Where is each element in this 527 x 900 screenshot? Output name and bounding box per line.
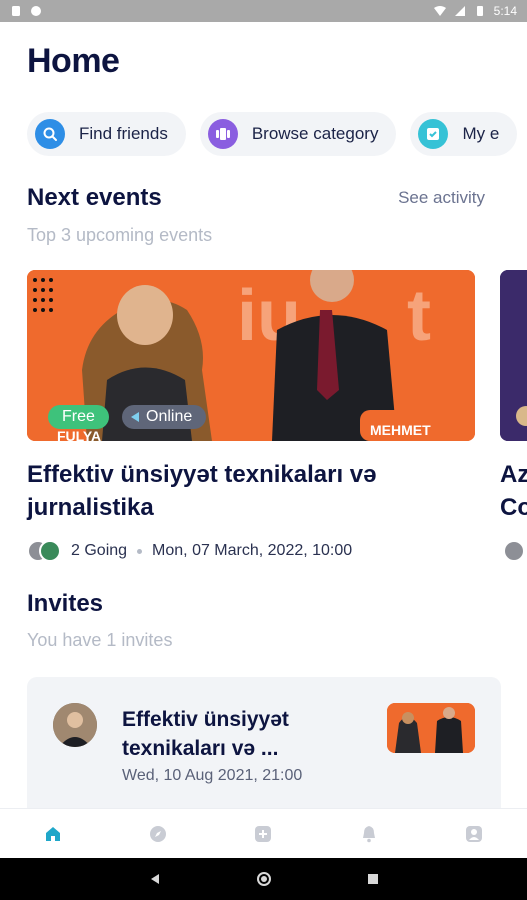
see-activity-link[interactable]: See activity [398, 188, 485, 208]
next-events-subtitle: Top 3 upcoming events [27, 225, 213, 245]
tab-explore[interactable] [143, 819, 173, 849]
check-icon [418, 119, 449, 149]
bell-icon [362, 825, 375, 842]
home-button-icon[interactable] [256, 871, 272, 887]
next-events-title: Next events [27, 184, 162, 211]
chip-label: Find friends [79, 124, 168, 143]
find-friends-chip[interactable]: Find friends [27, 112, 186, 156]
attendee-avatars [27, 540, 61, 562]
tab-home[interactable] [38, 819, 68, 849]
event-banner-image-2[interactable] [500, 270, 527, 441]
free-badge: Free [48, 405, 109, 429]
tab-create[interactable] [248, 819, 278, 849]
quick-actions: Find friends Browse category My e [27, 112, 518, 156]
attendee-avatars-2 [503, 540, 525, 562]
invites-title: Invites [27, 590, 104, 617]
bottom-tab-bar [0, 808, 527, 858]
invites-subtitle: You have 1 invites [27, 630, 173, 650]
recents-icon[interactable] [367, 873, 379, 885]
separator-dot [137, 548, 143, 554]
back-icon[interactable] [149, 873, 161, 885]
notification-icon [31, 6, 41, 16]
avatar [39, 540, 61, 562]
compass-icon [150, 825, 167, 842]
tab-notifications[interactable] [354, 819, 384, 849]
system-navigation-bar [0, 858, 527, 900]
sim-icon [12, 6, 20, 16]
page-title: Home [27, 42, 120, 80]
invite-event-thumbnail [387, 703, 475, 753]
event-title-2[interactable]: Az Co [500, 458, 527, 524]
event-title[interactable]: Effektiv ünsiyyət texnikaları və jurnali… [27, 458, 457, 524]
status-bar: 5:14 [0, 0, 527, 22]
banner-speaker-name-left: FULYA [57, 428, 101, 441]
avatar [53, 703, 97, 747]
tab-profile[interactable] [459, 819, 489, 849]
chip-label: Browse category [251, 124, 379, 143]
chip-label: My e [462, 124, 500, 143]
banner-speaker-name-right: MEHMET [370, 422, 431, 438]
avatar [503, 540, 525, 562]
invite-card[interactable]: Effektiv ünsiyyət texnikaları və ... Wed… [27, 677, 501, 817]
browse-category-chip[interactable]: Browse category [199, 112, 397, 156]
battery-icon [476, 6, 483, 16]
online-badge: Online [122, 405, 207, 429]
add-icon [255, 825, 272, 842]
event-banner-artwork-2 [500, 270, 527, 441]
search-icon [35, 119, 65, 149]
category-icon [207, 119, 238, 149]
invite-event-title: Effektiv ünsiyyət texnikaları və ... [122, 708, 289, 760]
online-badge-label: Online [146, 408, 193, 425]
my-events-chip[interactable]: My e [410, 112, 518, 156]
going-count: 2 Going [71, 542, 128, 559]
invite-event-date: Wed, 10 Aug 2021, 21:00 [122, 767, 303, 784]
event-date: Mon, 07 March, 2022, 10:00 [152, 542, 353, 559]
profile-icon [466, 825, 483, 842]
online-icon [131, 412, 139, 422]
signal-icon [454, 6, 465, 16]
svg-text:t: t [407, 276, 431, 356]
wifi-icon [433, 6, 446, 16]
event-meta: 2 Going Mon, 07 March, 2022, 10:00 [27, 540, 352, 562]
home-icon [45, 826, 60, 841]
status-time: 5:14 [493, 4, 517, 18]
